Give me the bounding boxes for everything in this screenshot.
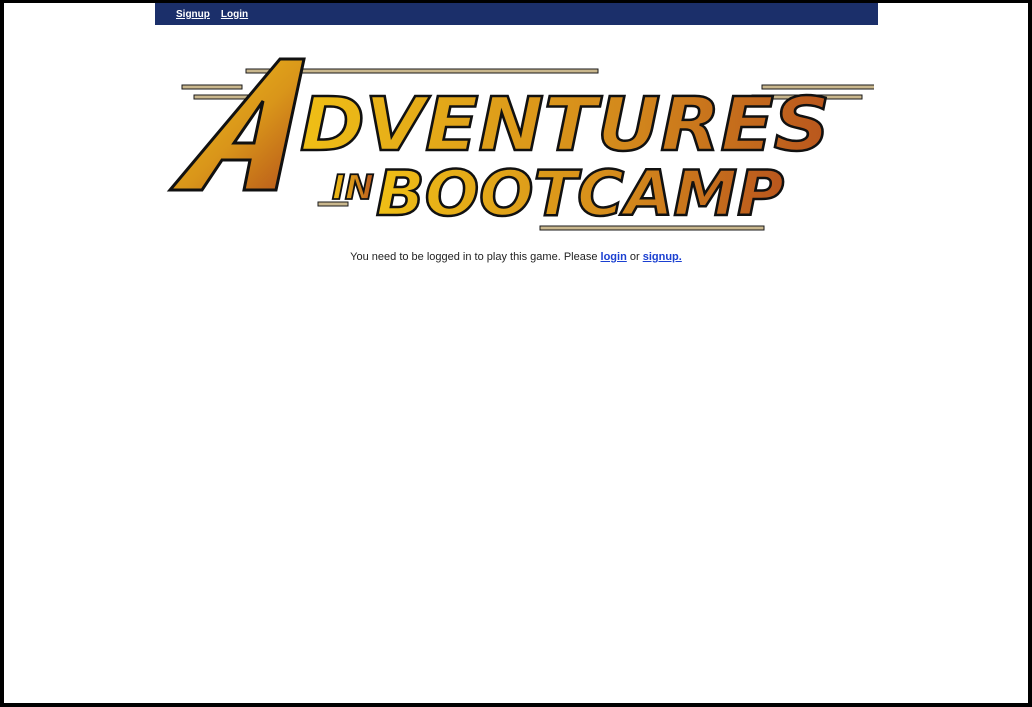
- message-login-link[interactable]: login: [601, 251, 627, 263]
- page-viewport: Signup Login DVENTURES IN BOOTCAMP You n…: [4, 3, 1028, 703]
- logo-line2-big: BOOTCAMP: [376, 157, 784, 230]
- signup-link[interactable]: Signup: [176, 9, 210, 20]
- message-signup-link[interactable]: signup.: [643, 251, 682, 263]
- login-required-message: You need to be logged in to play this ga…: [4, 251, 1028, 263]
- logo-line1: DVENTURES: [300, 82, 830, 168]
- top-navbar: Signup Login: [155, 3, 878, 25]
- logo-letter-a: [166, 57, 306, 192]
- logo-line2-small: IN: [332, 168, 374, 208]
- message-prefix: You need to be logged in to play this ga…: [350, 251, 601, 263]
- login-link[interactable]: Login: [221, 9, 248, 20]
- adventures-in-bootcamp-logo: DVENTURES IN BOOTCAMP: [166, 57, 874, 231]
- message-middle: or: [626, 251, 643, 263]
